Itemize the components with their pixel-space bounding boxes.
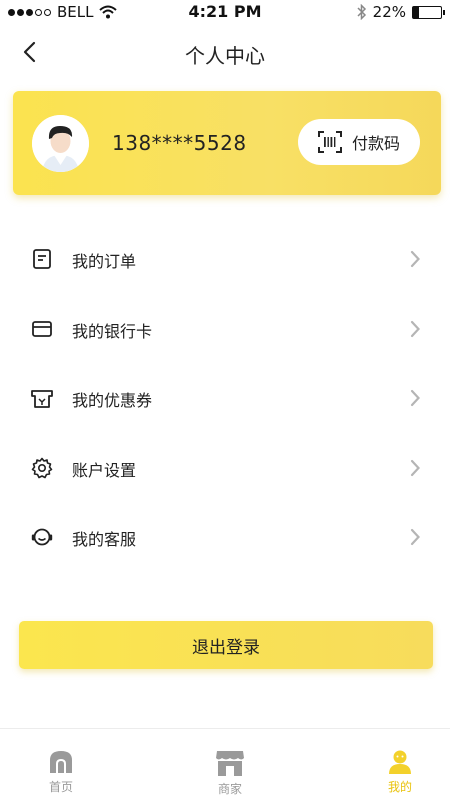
menu-item-label: 我的客服	[72, 530, 137, 549]
payment-code-button[interactable]: 付款码	[298, 119, 420, 165]
user-avatar-icon	[32, 115, 89, 172]
customer-service-icon	[31, 528, 53, 546]
bluetooth-icon	[357, 4, 366, 20]
store-icon	[216, 751, 244, 776]
chevron-right-icon	[410, 389, 421, 407]
status-right: 22%	[357, 3, 445, 21]
menu-list: 我的订单 我的银行卡 我的优惠券 账户设置 我的客服	[0, 224, 450, 572]
page-title: 个人中心	[185, 44, 265, 68]
menu-item-coupons[interactable]: 我的优惠券	[0, 363, 450, 433]
tab-mine[interactable]: 我的	[370, 749, 430, 800]
chevron-right-icon	[410, 528, 421, 546]
battery-icon	[412, 5, 445, 19]
menu-item-label: 我的订单	[72, 252, 137, 271]
barcode-scan-icon	[317, 131, 342, 153]
tab-label: 我的	[387, 780, 412, 794]
menu-item-label: 我的优惠券	[72, 391, 153, 410]
chevron-right-icon	[410, 320, 421, 337]
navbar: 个人中心	[0, 28, 450, 76]
avatar[interactable]	[32, 115, 89, 172]
gear-icon	[31, 457, 53, 478]
coupon-icon	[31, 390, 53, 408]
tab-home[interactable]: 首页	[31, 749, 91, 800]
user-icon	[389, 750, 411, 774]
menu-item-account-settings[interactable]: 账户设置	[0, 433, 450, 503]
logout-button[interactable]: 退出登录	[19, 621, 433, 669]
chevron-right-icon	[410, 459, 421, 476]
battery-fill	[413, 6, 420, 18]
order-document-icon	[33, 249, 51, 269]
menu-item-label: 账户设置	[72, 460, 137, 480]
chevron-right-icon	[410, 250, 421, 268]
tab-label: 首页	[48, 780, 73, 794]
menu-item-orders[interactable]: 我的订单	[0, 224, 450, 294]
payment-code-label: 付款码	[351, 134, 400, 153]
menu-item-bank-cards[interactable]: 我的银行卡	[0, 294, 450, 364]
battery-percent: 22%	[372, 3, 406, 21]
tab-label: 商家	[217, 782, 242, 796]
logout-label: 退出登录	[192, 637, 260, 658]
tab-merchants[interactable]: 商家	[200, 749, 260, 800]
menu-item-label: 我的银行卡	[72, 321, 153, 341]
menu-item-customer-service[interactable]: 我的客服	[0, 502, 450, 572]
profile-card: 138****5528 付款码	[13, 91, 441, 195]
home-icon	[50, 751, 72, 773]
status-bar: BELL 4:21 PM 22%	[0, 0, 450, 24]
bank-card-icon	[32, 320, 52, 337]
tab-bar: 首页 商家 我的	[0, 728, 450, 800]
phone-number: 138****5528	[112, 131, 247, 155]
